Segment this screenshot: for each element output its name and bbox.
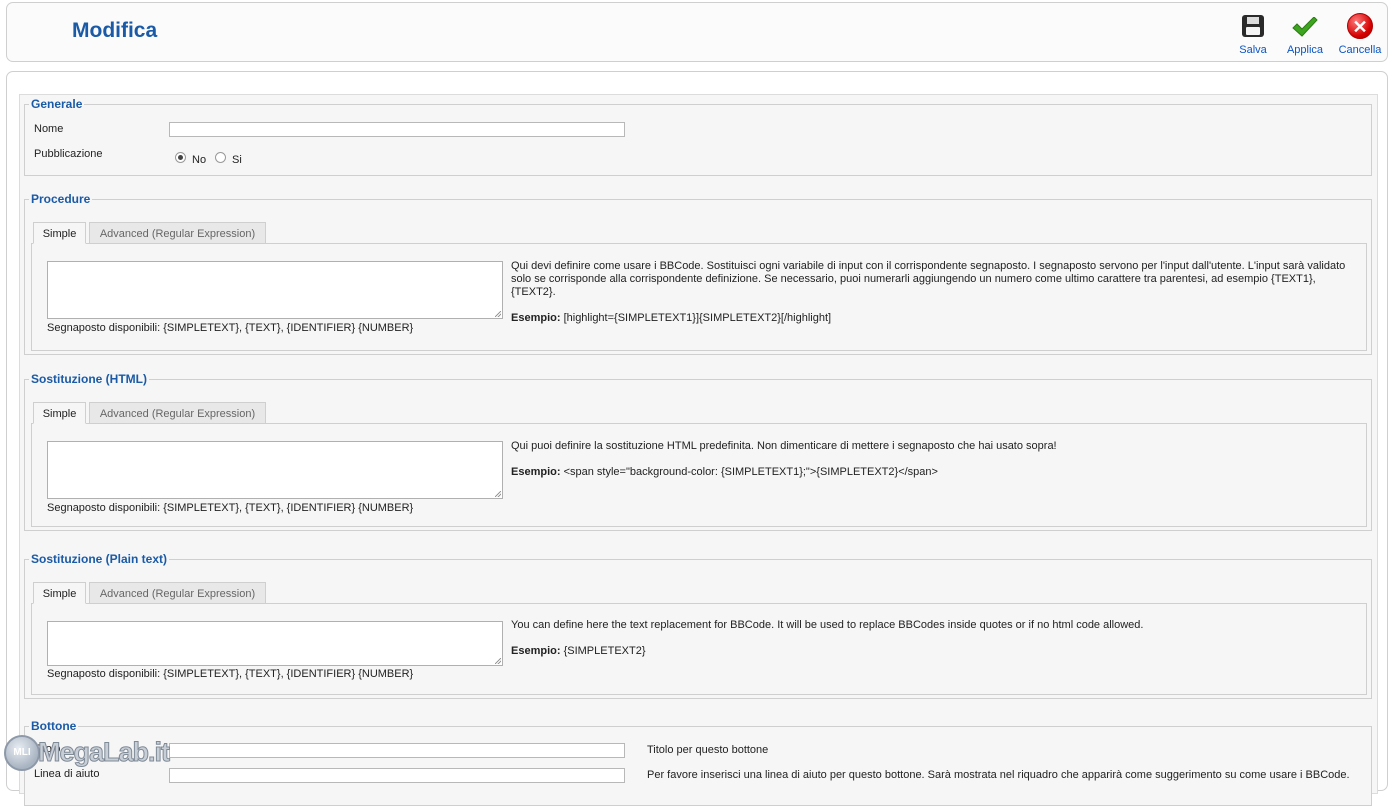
tab-panel: Segnaposto disponibili: {SIMPLETEXT}, {T… <box>31 603 1367 695</box>
tab-panel: Segnaposto disponibili: {SIMPLETEXT}, {T… <box>31 243 1367 351</box>
titolo-input[interactable] <box>169 743 625 758</box>
radio-si-label: Si <box>232 154 242 166</box>
radio-no-label: No <box>192 154 207 166</box>
html-help: Qui puoi definire la sostituzione HTML p… <box>511 440 1356 479</box>
tab-advanced[interactable]: Advanced (Regular Expression) <box>89 402 266 424</box>
example-label: Esempio: <box>511 312 561 324</box>
example-line: Esempio: [highlight={SIMPLETEXT1}]{SIMPL… <box>511 312 1356 325</box>
example-line: Esempio: {SIMPLETEXT2} <box>511 645 1356 658</box>
html-textarea[interactable] <box>47 441 503 499</box>
help-line-1: Qui puoi definire la sostituzione HTML p… <box>511 440 1057 452</box>
help-line-1: Qui devi definire come usare i BBCode. S… <box>511 260 1346 272</box>
save-label: Salva <box>1239 44 1267 56</box>
fieldset-procedure: Procedure Simple Advanced (Regular Expre… <box>24 192 1372 355</box>
nome-input[interactable] <box>169 122 625 137</box>
cancel-label: Cancella <box>1338 44 1382 56</box>
titolo-help: Titolo per questo bottone <box>647 744 769 756</box>
help-line-2: solo se corrisponde alla corrispondente … <box>511 273 1316 298</box>
placeholders-text: Segnaposto disponibili: {SIMPLETEXT}, {T… <box>47 502 414 514</box>
linea-aiuto-help: Per favore inserisci una linea di aiuto … <box>647 769 1350 781</box>
example-value: {SIMPLETEXT2} <box>560 645 646 657</box>
apply-label: Applica <box>1286 44 1324 56</box>
help-line-1: You can define here the text replacement… <box>511 619 1144 631</box>
legend-bottone: Bottone <box>29 719 79 733</box>
example-value: <span style="background-color: {SIMPLETE… <box>560 466 938 478</box>
plain-help: You can define here the text replacement… <box>511 619 1356 658</box>
toolbar-header: Modifica Salva Applica ✕ Cancella <box>6 2 1388 62</box>
legend-sostituzione-html: Sostituzione (HTML) <box>29 372 149 386</box>
procedure-textarea[interactable] <box>47 261 503 319</box>
form-container: Generale Nome Pubblicazione No Si Proced… <box>19 94 1378 806</box>
close-icon: ✕ <box>1347 13 1373 39</box>
megalab-watermark-logo: MLI MegaLab.it <box>2 733 180 777</box>
page-title: Modifica <box>72 19 158 42</box>
fieldset-generale: Generale Nome Pubblicazione No Si <box>24 97 1372 176</box>
linea-aiuto-input[interactable] <box>169 768 625 783</box>
apply-button[interactable]: Applica <box>1281 11 1329 56</box>
cancel-button[interactable]: ✕ Cancella <box>1336 11 1384 56</box>
fieldset-sostituzione-html: Sostituzione (HTML) Simple Advanced (Reg… <box>24 372 1372 531</box>
tab-simple[interactable]: Simple <box>33 222 86 244</box>
resize-grip-icon[interactable] <box>495 311 501 317</box>
placeholders-text: Segnaposto disponibili: {SIMPLETEXT}, {T… <box>47 668 414 680</box>
tab-simple[interactable]: Simple <box>33 402 86 424</box>
legend-sostituzione-plain: Sostituzione (Plain text) <box>29 552 170 566</box>
example-label: Esempio: <box>511 466 561 478</box>
floppy-disk-icon <box>1242 15 1264 37</box>
resize-grip-icon[interactable] <box>495 658 501 664</box>
fieldset-sostituzione-plain: Sostituzione (Plain text) Simple Advance… <box>24 552 1372 699</box>
radio-no[interactable] <box>175 152 186 163</box>
legend-procedure: Procedure <box>29 192 93 206</box>
pubblicazione-label: Pubblicazione <box>34 148 103 160</box>
example-line: Esempio: <span style="background-color: … <box>511 466 1356 479</box>
example-label: Esempio: <box>511 645 561 657</box>
fieldset-bottone: Bottone Titolo Titolo per questo bottone… <box>24 719 1372 806</box>
example-value: [highlight={SIMPLETEXT1}]{SIMPLETEXT2}[/… <box>560 312 832 324</box>
watermark-text: MegaLab.it <box>37 737 170 768</box>
radio-si[interactable] <box>215 152 226 163</box>
tab-advanced[interactable]: Advanced (Regular Expression) <box>89 582 266 604</box>
procedure-help: Qui devi definire come usare i BBCode. S… <box>511 260 1356 325</box>
plain-textarea[interactable] <box>47 621 503 666</box>
tab-panel: Segnaposto disponibili: {SIMPLETEXT}, {T… <box>31 423 1367 527</box>
placeholders-text: Segnaposto disponibili: {SIMPLETEXT}, {T… <box>47 322 414 334</box>
legend-generale: Generale <box>29 97 85 111</box>
tab-advanced[interactable]: Advanced (Regular Expression) <box>89 222 266 244</box>
nome-label: Nome <box>34 123 64 135</box>
tab-simple[interactable]: Simple <box>33 582 86 604</box>
mli-badge-icon: MLI <box>4 735 40 771</box>
resize-grip-icon[interactable] <box>495 491 501 497</box>
save-button[interactable]: Salva <box>1229 11 1277 56</box>
checkmark-icon <box>1292 17 1318 37</box>
